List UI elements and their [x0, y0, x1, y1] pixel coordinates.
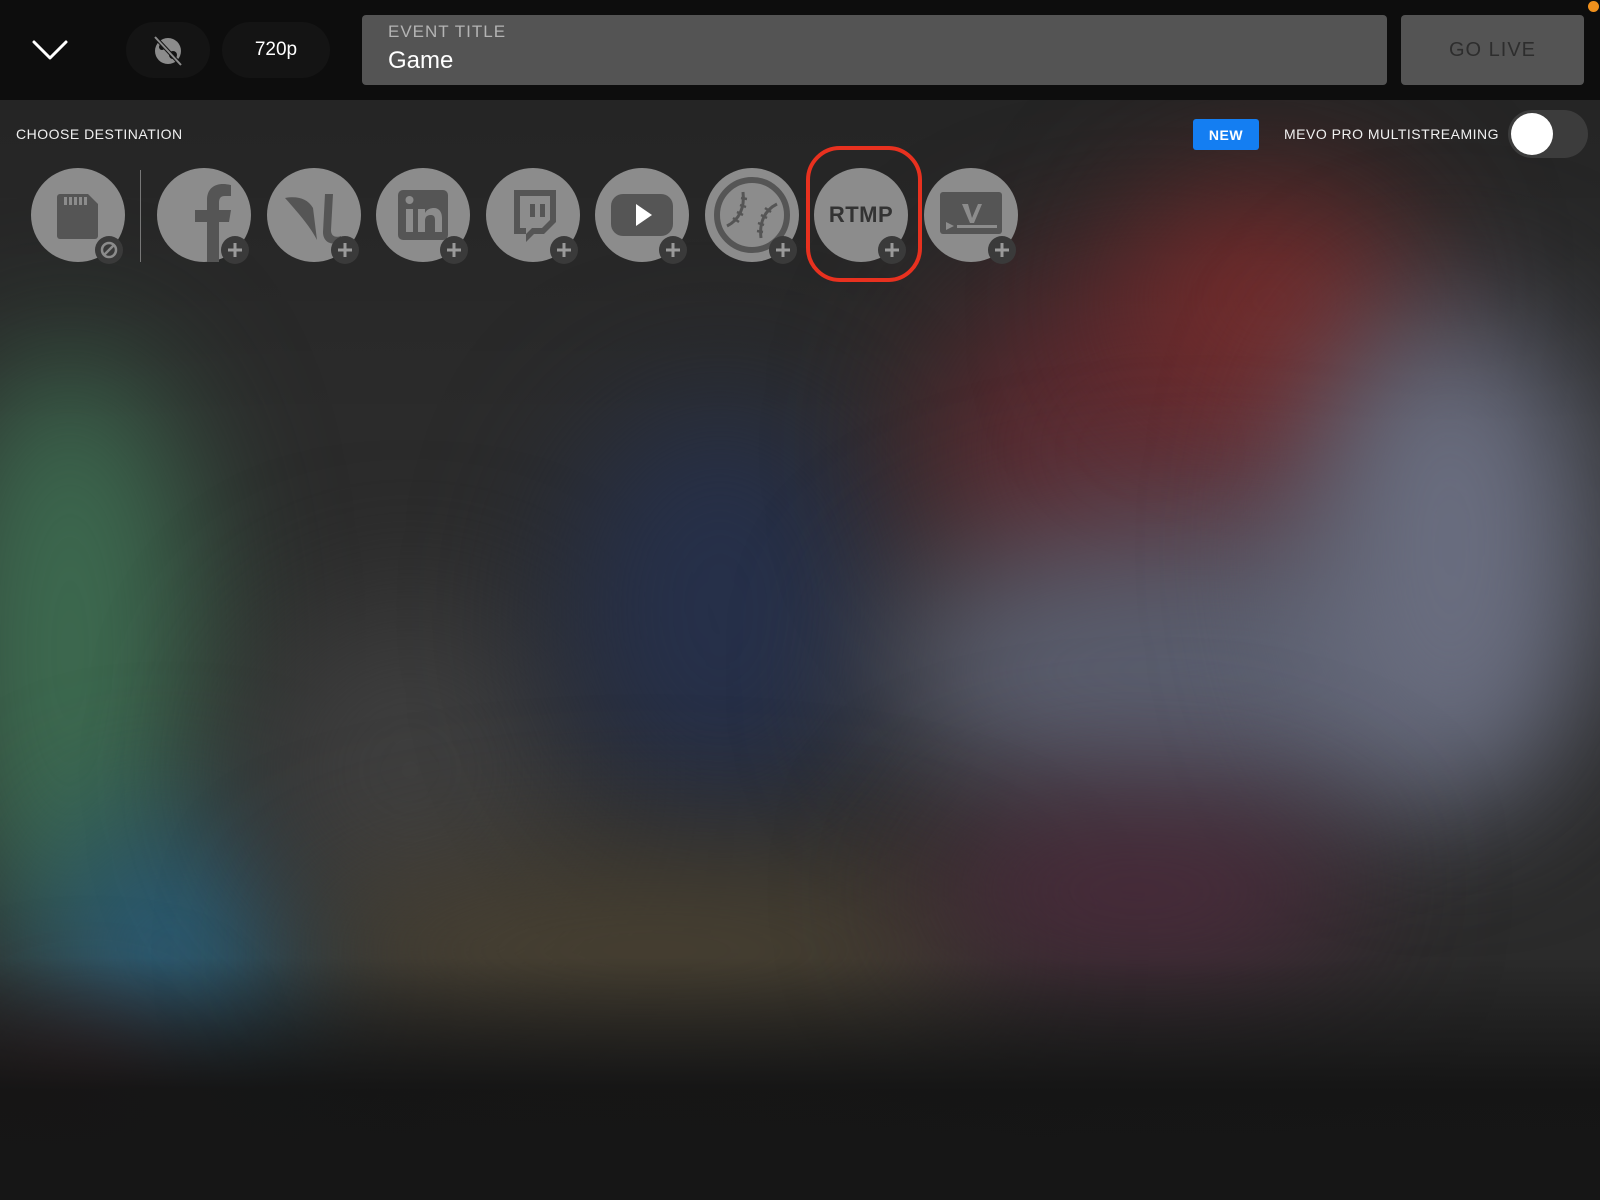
destination-youtube[interactable]	[595, 168, 689, 264]
plus-icon	[447, 243, 461, 257]
destination-vimeo[interactable]	[924, 168, 1018, 264]
collapse-chevron-button[interactable]	[22, 24, 78, 76]
plus-icon	[885, 243, 899, 257]
event-title-field[interactable]: EVENT TITLE Game	[362, 15, 1387, 85]
add-badge	[331, 236, 359, 264]
destination-divider	[140, 170, 141, 262]
toggle-knob	[1511, 113, 1553, 155]
recording-indicator-dot	[1588, 1, 1599, 12]
destination-rtmp[interactable]: RTMP	[814, 168, 908, 264]
add-badge	[550, 236, 578, 264]
destination-sd-card[interactable]	[31, 168, 125, 264]
plus-icon	[776, 243, 790, 257]
multistreaming-label: MEVO PRO MULTISTREAMING	[1284, 126, 1500, 142]
choose-destination-label: CHOOSE DESTINATION	[16, 126, 183, 142]
plus-icon	[995, 243, 1009, 257]
destination-baseball[interactable]	[705, 168, 799, 264]
camera-off-button[interactable]	[126, 22, 210, 78]
multistreaming-toggle[interactable]	[1508, 110, 1588, 158]
add-badge	[440, 236, 468, 264]
add-badge	[878, 236, 906, 264]
add-badge	[988, 236, 1016, 264]
destination-facebook[interactable]	[157, 168, 251, 264]
add-badge	[221, 236, 249, 264]
top-bar: 720p EVENT TITLE Game GO LIVE	[0, 0, 1600, 100]
plus-icon	[338, 243, 352, 257]
plus-icon	[666, 243, 680, 257]
resolution-button[interactable]: 720p	[222, 22, 330, 78]
camera-preview	[0, 100, 1600, 1200]
disabled-icon	[100, 241, 118, 259]
event-title-label: EVENT TITLE	[388, 22, 507, 41]
destination-livestream[interactable]	[267, 168, 361, 264]
add-badge	[769, 236, 797, 264]
new-badge: NEW	[1193, 119, 1259, 150]
plus-icon	[228, 243, 242, 257]
disabled-badge	[95, 236, 123, 264]
add-badge	[659, 236, 687, 264]
camera-off-icon	[153, 35, 183, 67]
destination-linkedin[interactable]	[376, 168, 470, 264]
event-title-input[interactable]: Game	[388, 47, 1361, 75]
go-live-button[interactable]: GO LIVE	[1401, 15, 1584, 85]
chevron-down-icon	[32, 40, 68, 60]
destination-twitch[interactable]	[486, 168, 580, 264]
plus-icon	[557, 243, 571, 257]
